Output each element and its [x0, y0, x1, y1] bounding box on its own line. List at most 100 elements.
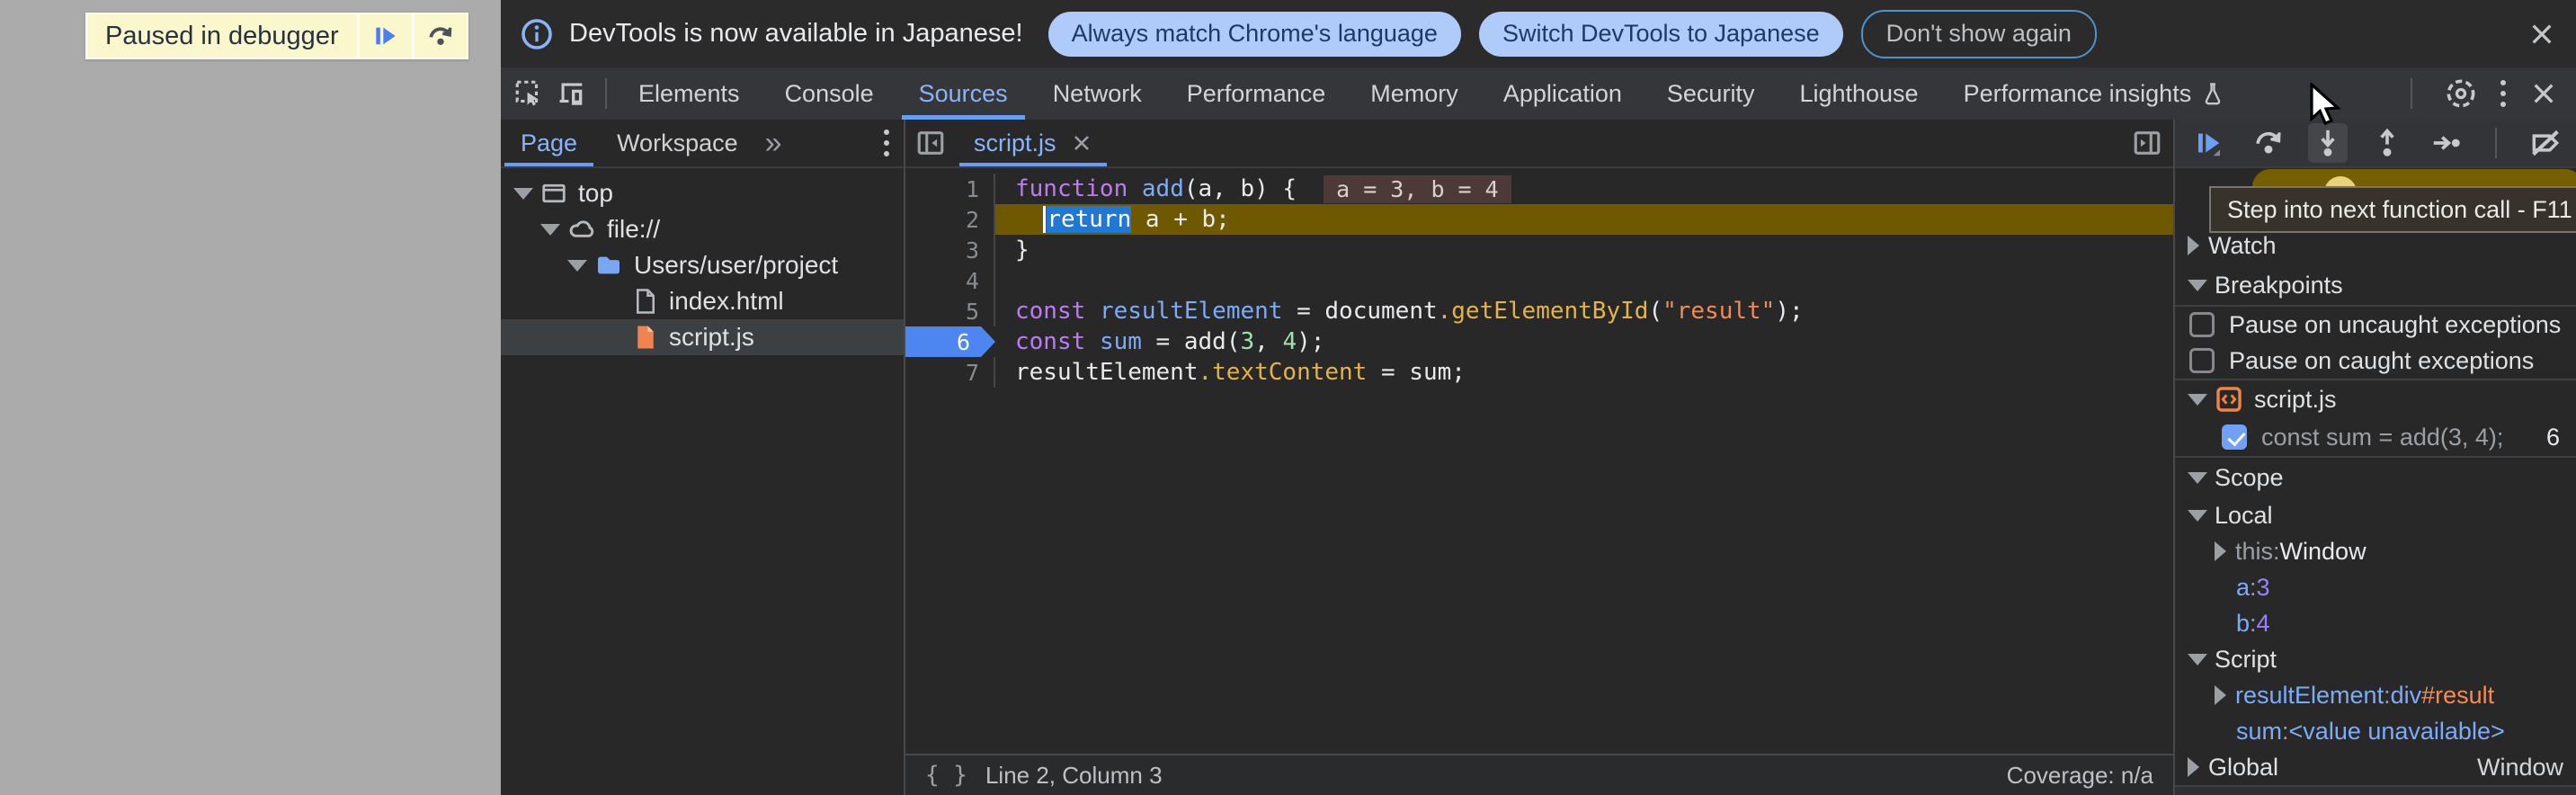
step-button[interactable]	[2427, 123, 2466, 163]
tree-item-project-folder[interactable]: Users/user/project	[501, 247, 904, 283]
close-icon[interactable]	[1071, 132, 1092, 154]
toggle-navigator-button[interactable]	[905, 128, 956, 158]
three-dot-menu-icon	[2500, 80, 2506, 107]
pretty-print-icon[interactable]: { }	[925, 762, 967, 789]
code-line-4: 4	[905, 265, 2173, 296]
notification-close-button[interactable]	[2527, 20, 2556, 49]
navigator-more-tabs-button[interactable]: »	[758, 126, 789, 161]
scope-var-a[interactable]: a: 3	[2175, 569, 2576, 605]
three-dot-menu-icon	[884, 130, 889, 156]
debugger-sidebar: Step into next function call - F11 - ⌘ ;…	[2173, 120, 2576, 795]
notification-message: DevTools is now available in Japanese!	[569, 19, 1023, 49]
info-icon	[521, 18, 553, 50]
tab-lighthouse[interactable]: Lighthouse	[1777, 67, 1940, 120]
line-number-3[interactable]: 3	[905, 235, 995, 265]
devtools-window: DevTools is now available in Japanese! A…	[501, 0, 2576, 795]
breakpoint-group-script-js[interactable]: script.js	[2175, 380, 2576, 418]
device-toolbar-button[interactable]	[557, 78, 587, 109]
scope-group-script[interactable]: Script	[2175, 641, 2576, 677]
scope-var-b[interactable]: b: 4	[2175, 605, 2576, 641]
checkbox-checked[interactable]	[2222, 424, 2247, 450]
frame-icon	[540, 180, 567, 207]
devtools-close-button[interactable]	[2529, 79, 2558, 108]
line-number-5[interactable]: 5	[905, 296, 995, 326]
inspect-element-button[interactable]	[513, 78, 544, 109]
scope-var-sum[interactable]: sum: <value unavailable>	[2175, 713, 2576, 749]
step-over-button-badge[interactable]	[412, 14, 467, 58]
line-number-2[interactable]: 2	[905, 204, 995, 235]
step-over-icon	[425, 21, 456, 51]
tree-item-index-html[interactable]: index.html	[501, 283, 904, 319]
section-scope[interactable]: Scope	[2175, 458, 2576, 497]
screen: Paused in debugger DevTools is now avail…	[0, 0, 2576, 795]
step-over-button[interactable]	[2249, 123, 2288, 163]
scope-var-resultelement[interactable]: resultElement: div#result	[2175, 677, 2576, 713]
file-tree: top file:// Users/user/p	[501, 168, 904, 355]
tree-item-top[interactable]: top	[501, 175, 904, 211]
section-breakpoints[interactable]: Breakpoints	[2175, 265, 2576, 305]
line-number-7[interactable]: 7	[905, 357, 995, 388]
devtools-menu-button[interactable]	[2500, 80, 2506, 107]
inline-eval-badge: a = 3, b = 4	[1324, 175, 1511, 203]
expander-down-icon[interactable]	[567, 260, 587, 272]
step-into-tooltip: Step into next function call - F11 - ⌘ ;	[2209, 186, 2576, 233]
checkbox-unchecked[interactable]	[2189, 312, 2215, 337]
scope-group-global[interactable]: Global Window	[2175, 749, 2576, 785]
pause-uncaught-exceptions-row[interactable]: Pause on uncaught exceptions	[2175, 307, 2576, 343]
expander-down-icon	[2188, 510, 2207, 522]
line-number-1[interactable]: 1	[905, 174, 995, 204]
tab-security[interactable]: Security	[1645, 67, 1778, 120]
match-chrome-language-button[interactable]: Always match Chrome's language	[1048, 12, 1461, 57]
breakpoint-line-number: 6	[2546, 424, 2560, 451]
debugger-sections: Watch Breakpoints Pause on uncaught exce…	[2175, 168, 2576, 795]
tree-item-file-protocol[interactable]: file://	[501, 211, 904, 247]
navigator-menu-button[interactable]	[884, 130, 889, 156]
tab-sources[interactable]: Sources	[896, 67, 1030, 120]
breakpoint-entry[interactable]: const sum = add(3, 4); 6	[2175, 418, 2576, 456]
tab-network[interactable]: Network	[1030, 67, 1164, 120]
editor-tab-script-js[interactable]: script.js	[956, 120, 1110, 166]
resume-script-button[interactable]	[357, 14, 412, 58]
tab-performance[interactable]: Performance	[1164, 67, 1349, 120]
toggle-debugger-sidebar-button[interactable]	[2132, 128, 2162, 158]
panel-right-icon	[2132, 128, 2162, 158]
scope-group-local[interactable]: Local	[2175, 497, 2576, 533]
breakpoint-execution-marker[interactable]: 6	[905, 326, 995, 357]
device-toolbar-icon	[557, 78, 587, 109]
settings-button[interactable]	[2445, 77, 2477, 110]
code-line-7: 7 resultElement.textContent = sum;	[905, 357, 2173, 388]
pause-caught-exceptions-row[interactable]: Pause on caught exceptions	[2175, 343, 2576, 379]
folder-icon	[594, 251, 623, 280]
file-icon	[633, 288, 658, 315]
tab-console[interactable]: Console	[762, 67, 896, 120]
navigator-tab-page[interactable]: Page	[501, 120, 597, 166]
scope-var-this[interactable]: this: Window	[2175, 533, 2576, 569]
checkbox-unchecked[interactable]	[2189, 348, 2215, 373]
tab-performance-insights[interactable]: Performance insights	[1941, 67, 2249, 120]
line-number-4[interactable]: 4	[905, 265, 995, 296]
section-call-stack[interactable]: Call Stack	[2175, 787, 2576, 795]
expander-right-icon	[2215, 541, 2226, 561]
navigator-tabbar: Page Workspace »	[501, 120, 904, 168]
expander-down-icon[interactable]	[513, 188, 533, 200]
editor-status-bar: { } Line 2, Column 3 Coverage: n/a	[905, 754, 2173, 795]
code-editor[interactable]: 1 function add(a, b) {a = 3, b = 4 2 ret…	[905, 168, 2173, 754]
step-out-button[interactable]	[2367, 123, 2407, 163]
expander-down-icon[interactable]	[540, 224, 560, 236]
close-icon	[2527, 20, 2556, 49]
panel-left-icon	[915, 128, 946, 158]
tab-memory[interactable]: Memory	[1348, 67, 1481, 120]
close-icon	[2529, 79, 2558, 108]
tab-elements[interactable]: Elements	[616, 67, 762, 120]
resume-icon	[2193, 127, 2225, 159]
dont-show-again-button[interactable]: Don't show again	[1861, 10, 2097, 58]
expander-right-icon	[2188, 757, 2199, 777]
tree-item-script-js[interactable]: script.js	[501, 319, 904, 355]
navigator-tab-workspace[interactable]: Workspace	[597, 120, 758, 166]
resume-script-button[interactable]	[2189, 123, 2229, 163]
switch-to-japanese-button[interactable]: Switch DevTools to Japanese	[1479, 12, 1843, 57]
step-into-button[interactable]	[2308, 123, 2348, 163]
deactivate-breakpoints-button[interactable]	[2526, 123, 2565, 163]
tab-application[interactable]: Application	[1481, 67, 1645, 120]
editor-pane: script.js 1 function add(a, b)	[905, 120, 2173, 795]
